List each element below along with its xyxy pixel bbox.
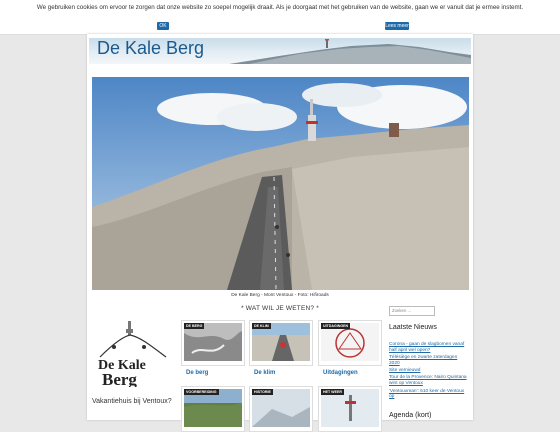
cookie-banner: We gebruiken cookies om ervoor te zorgen… (0, 0, 560, 35)
agenda-heading: Agenda (kort) (389, 412, 432, 419)
tile-tag: DE KLIM (252, 323, 271, 329)
tile-uitdagingen[interactable]: UITDAGINGEN (318, 320, 382, 366)
news-item[interactable]: 'Ventouxman': 610 keer de Ventoux op (389, 389, 469, 401)
tile-tag: HET WEER (321, 389, 344, 395)
tile-de-klim[interactable]: DE KLIM (249, 320, 313, 366)
hero-photo (92, 77, 469, 290)
tile-tag: DE BERG (184, 323, 205, 329)
latest-news-heading: Laatste Nieuws (389, 324, 437, 331)
vakantiehuis-heading: Vakantiehuis bij Ventoux? (92, 398, 172, 405)
site-title[interactable]: De Kale Berg (97, 38, 204, 59)
tile-tag: HISTORIE (252, 389, 273, 395)
news-item[interactable]: Tour de la Provence: Nairo Quintana wint… (389, 375, 469, 387)
tile-link-uitdagingen[interactable]: Uitdagingen (323, 370, 358, 376)
cookie-read-more-button[interactable]: Lees meer (385, 22, 409, 30)
news-item[interactable]: Corona - gaan de slagbomen vanaf half ap… (389, 342, 469, 354)
site-header: De Kale Berg (89, 38, 471, 64)
cookie-ok-button[interactable]: OK (157, 22, 169, 30)
tile-de-berg[interactable]: DE BERG (181, 320, 245, 366)
tile-tag: VOORBEREIDING (184, 389, 219, 395)
tile-tag: UITDAGINGEN (321, 323, 351, 329)
latest-news-list: Corona - gaan de slagbomen vanaf half ap… (389, 342, 469, 402)
cookie-text: We gebruiken cookies om ervoor te zorgen… (36, 4, 524, 11)
tile-link-de-klim[interactable]: De klim (254, 370, 275, 376)
logo-text-2: Berg (102, 370, 137, 387)
page-container: De Kale Berg De Kale Berg - Mont Ventoux… (87, 34, 473, 432)
site-logo[interactable]: De Kale Berg (92, 317, 174, 389)
tile-historie[interactable]: HISTORIE (249, 386, 313, 432)
search-input[interactable]: Zoeken ... (389, 306, 435, 316)
tile-het-weer[interactable]: HET WEER (318, 386, 382, 432)
tile-voorbereiding[interactable]: VOORBEREIDING (181, 386, 245, 432)
news-item[interactable]: Télésiège en zwarte zaterdagen 2020 (389, 355, 469, 367)
hero-caption: De Kale Berg - Mont Ventoux - Foto: Hifi… (231, 293, 329, 298)
tile-link-de-berg[interactable]: De berg (186, 370, 208, 376)
news-item[interactable]: Site vernieuwd (389, 368, 469, 374)
